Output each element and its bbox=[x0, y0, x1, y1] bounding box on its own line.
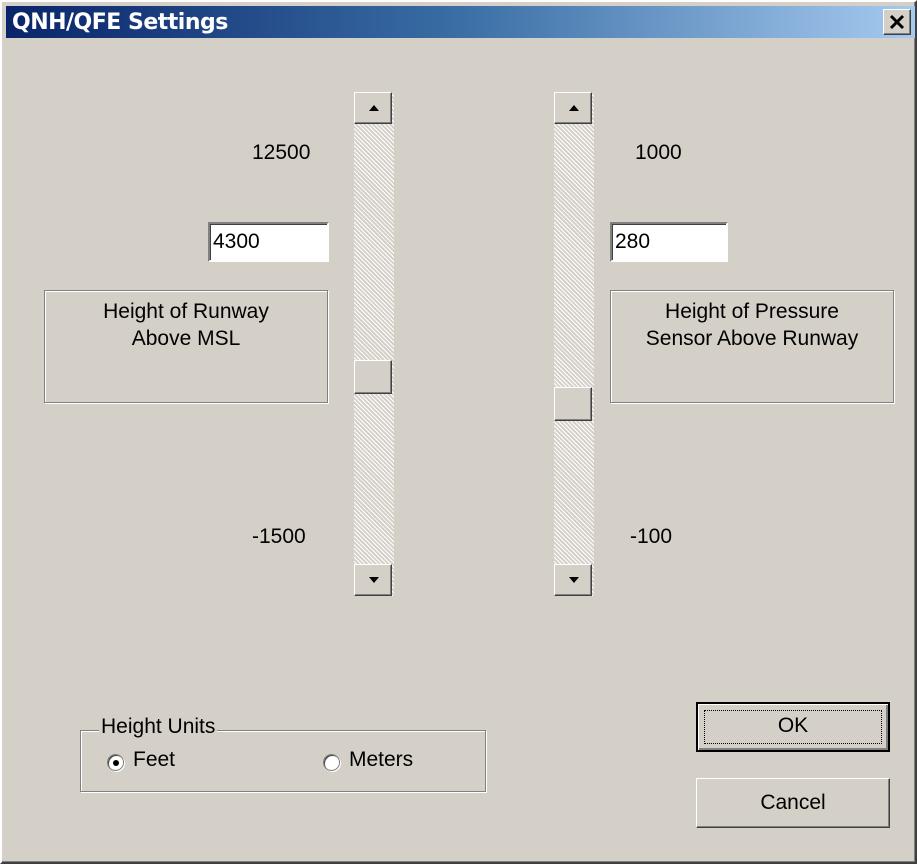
runway-scroll-thumb[interactable] bbox=[354, 360, 392, 394]
sensor-height-input[interactable]: 280 bbox=[610, 222, 728, 262]
runway-height-input[interactable]: 4300 bbox=[208, 222, 329, 262]
sensor-scroll-down-button[interactable] bbox=[554, 564, 592, 596]
down-arrow-icon bbox=[369, 577, 379, 583]
feet-label[interactable]: Feet bbox=[133, 748, 175, 772]
height-units-legend: Height Units bbox=[99, 715, 218, 739]
runway-caption-line1: Height of Runway bbox=[103, 300, 269, 323]
runway-min-label: -1500 bbox=[252, 525, 306, 548]
meters-label[interactable]: Meters bbox=[349, 748, 413, 772]
close-button[interactable] bbox=[883, 9, 911, 35]
runway-height-scrollbar[interactable] bbox=[354, 92, 394, 596]
runway-caption-line2: Above MSL bbox=[131, 327, 241, 350]
close-icon bbox=[889, 14, 905, 30]
cancel-button-label: Cancel bbox=[760, 791, 826, 814]
sensor-max-label: 1000 bbox=[635, 141, 682, 164]
up-arrow-icon bbox=[569, 105, 579, 111]
runway-caption-box: Height of Runway Above MSL bbox=[44, 290, 328, 403]
runway-scroll-up-button[interactable] bbox=[354, 92, 392, 124]
sensor-caption-line1: Height of Pressure bbox=[665, 300, 839, 323]
sensor-caption-box: Height of Pressure Sensor Above Runway bbox=[610, 290, 894, 403]
feet-radio-dot bbox=[113, 760, 119, 766]
runway-max-label: 12500 bbox=[252, 141, 311, 164]
meters-radio[interactable] bbox=[323, 754, 340, 771]
feet-radio[interactable] bbox=[107, 754, 124, 771]
sensor-caption-line2: Sensor Above Runway bbox=[645, 327, 859, 350]
ok-focus-rect bbox=[704, 710, 882, 744]
sensor-min-label: -100 bbox=[630, 525, 673, 548]
sensor-scroll-thumb[interactable] bbox=[554, 387, 592, 421]
height-units-group: Height Units Feet Meters bbox=[80, 715, 486, 792]
down-arrow-icon bbox=[569, 577, 579, 583]
ok-button[interactable]: OK bbox=[696, 702, 890, 752]
sensor-height-scrollbar[interactable] bbox=[554, 92, 594, 596]
cancel-button[interactable]: Cancel bbox=[696, 778, 890, 828]
up-arrow-icon bbox=[369, 105, 379, 111]
title-bar[interactable]: QNH/QFE Settings bbox=[6, 6, 915, 38]
sensor-scroll-up-button[interactable] bbox=[554, 92, 592, 124]
window-title: QNH/QFE Settings bbox=[12, 10, 228, 35]
runway-scroll-down-button[interactable] bbox=[354, 564, 392, 596]
